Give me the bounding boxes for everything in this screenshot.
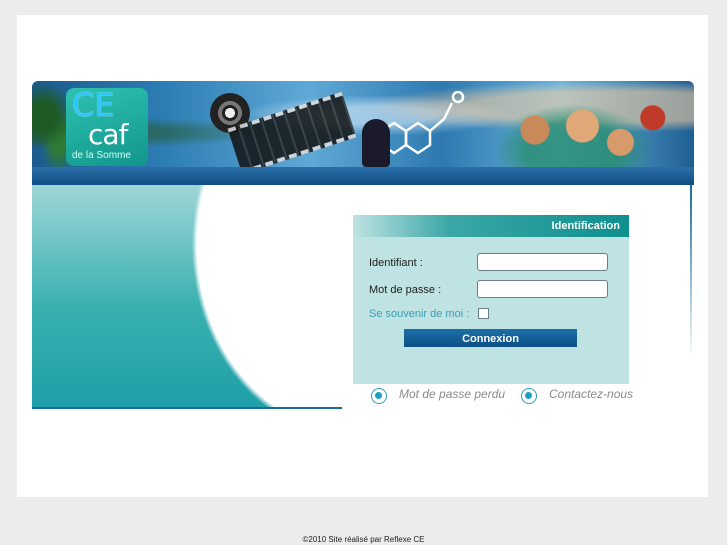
banner-bottom-bar	[32, 167, 694, 185]
contact-bullet-icon[interactable]	[521, 388, 537, 404]
remember-me-checkbox[interactable]	[478, 308, 489, 319]
remember-me-label: Se souvenir de moi :	[369, 308, 470, 320]
ce-caf-logo[interactable]: CE caf de la Somme	[66, 86, 148, 166]
lost-password-bullet-icon[interactable]	[371, 388, 387, 404]
decorative-swoosh	[32, 185, 342, 409]
header-banner: CE caf de la Somme	[32, 81, 694, 185]
logo-subtitle: de la Somme	[72, 150, 131, 161]
right-edge-line	[690, 185, 692, 360]
footer-credits: ©2010 Site réalisé par Reflexe CE	[302, 535, 425, 544]
login-panel: Identification Identifiant : Mot de pass…	[353, 215, 629, 384]
children-photo	[497, 85, 687, 167]
username-label: Identifiant :	[369, 257, 423, 269]
scientist-image	[362, 119, 390, 167]
password-input[interactable]	[477, 280, 608, 298]
contact-link[interactable]: Contactez-nous	[549, 387, 633, 401]
logo-caf-text: caf	[88, 118, 128, 151]
username-input[interactable]	[477, 253, 608, 271]
connexion-button[interactable]: Connexion	[404, 329, 577, 347]
login-heading: Identification	[353, 215, 629, 237]
password-label: Mot de passe :	[369, 284, 442, 296]
lost-password-link[interactable]: Mot de passe perdu	[399, 387, 505, 401]
